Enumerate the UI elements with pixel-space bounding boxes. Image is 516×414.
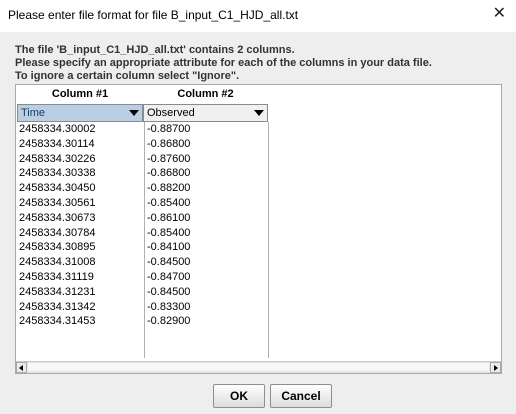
list-item: -0.84500: [147, 285, 191, 298]
chevron-down-icon: [254, 110, 264, 116]
arrow-right-icon: [494, 365, 498, 371]
list-item: 2458334.30338: [19, 167, 96, 180]
list-item: -0.87600: [147, 152, 191, 165]
column-2-type-select[interactable]: Observed: [143, 104, 268, 122]
message-line-2: Please specify an appropriate attribute …: [15, 57, 432, 69]
list-item: 2458334.31453: [19, 315, 96, 328]
column-2-header: Column #2: [177, 88, 234, 100]
arrow-left-icon: [19, 365, 23, 371]
scrollbar-thumb[interactable]: [28, 363, 489, 371]
column-2-selected-value: Observed: [147, 107, 195, 119]
column-1-header: Column #1: [51, 88, 109, 100]
list-item: -0.82900: [147, 315, 191, 328]
list-item: -0.86800: [147, 167, 191, 180]
scroll-right-button[interactable]: [490, 362, 501, 373]
list-item: -0.83300: [147, 300, 191, 313]
column-1-type-select[interactable]: Time: [17, 104, 143, 122]
list-item: 2458334.30784: [19, 226, 96, 239]
list-item: 2458334.30673: [19, 211, 96, 224]
list-item: -0.85400: [147, 226, 191, 239]
list-item: 2458334.30226: [19, 152, 96, 165]
list-item: 2458334.31231: [19, 285, 96, 298]
horizontal-scrollbar[interactable]: [16, 361, 501, 373]
list-item: -0.84500: [147, 256, 191, 269]
list-item: -0.88200: [147, 182, 191, 195]
title-bar: Please enter file format for file B_inpu…: [0, 0, 516, 32]
list-item: 2458334.30450: [19, 182, 96, 195]
list-item: -0.86800: [147, 137, 191, 150]
list-item: -0.84100: [147, 241, 191, 254]
column-1-values[interactable]: 2458334.30002 2458334.30114 2458334.3022…: [17, 122, 143, 358]
scroll-left-button[interactable]: [16, 362, 27, 373]
list-item: 2458334.31008: [19, 256, 96, 269]
list-item: 2458334.31119: [19, 270, 94, 283]
ok-button[interactable]: OK: [213, 384, 265, 408]
column-1-selected-value: Time: [21, 107, 46, 119]
cancel-button[interactable]: Cancel: [270, 384, 332, 408]
message-line-1: The file 'B_input_C1_HJD_all.txt' contai…: [15, 44, 295, 56]
list-item: 2458334.30561: [19, 196, 96, 209]
list-item: 2458334.30114: [19, 137, 95, 150]
list-item: 2458334.31342: [19, 300, 96, 313]
list-item: -0.88700: [147, 123, 191, 135]
chevron-down-icon: [129, 110, 139, 116]
list-item: -0.85400: [147, 196, 191, 209]
list-item: -0.84700: [147, 270, 191, 283]
list-item: 2458334.30002: [19, 123, 96, 135]
list-item: 2458334.30895: [19, 241, 96, 254]
column-2-values[interactable]: -0.88700 -0.86800 -0.87600 -0.86800 -0.8…: [144, 122, 269, 358]
message-line-3: To ignore a certain column select "Ignor…: [15, 70, 240, 82]
close-icon[interactable]: ✕: [493, 6, 506, 22]
list-item: -0.86100: [147, 211, 191, 224]
window-title: Please enter file format for file B_inpu…: [8, 8, 299, 22]
